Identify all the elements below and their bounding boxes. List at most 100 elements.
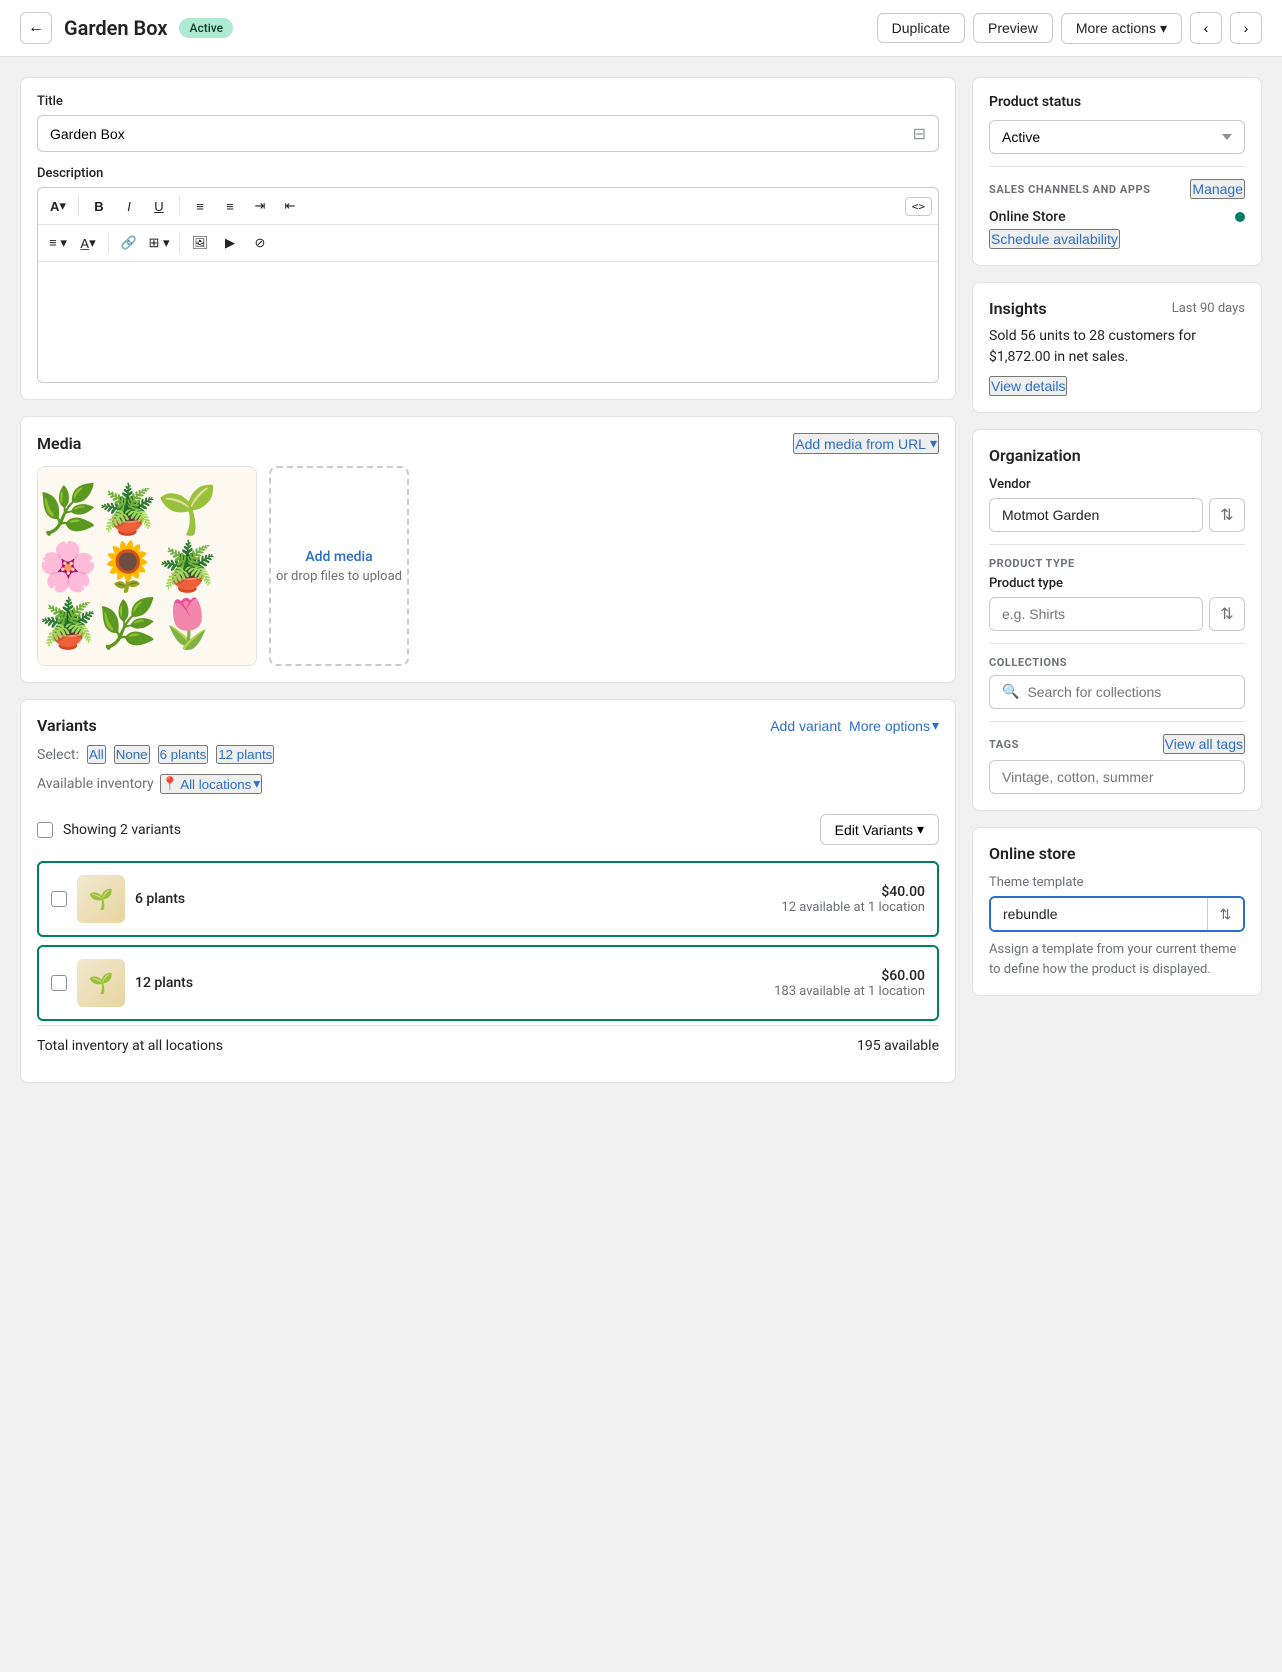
add-media-url-button[interactable]: Add media from URL ▾ <box>793 433 939 454</box>
italic-btn[interactable]: I <box>115 192 143 220</box>
search-icon: 🔍 <box>1002 684 1019 700</box>
chevron-down-icon: ▾ <box>917 821 924 838</box>
variant-checkbox-2[interactable] <box>51 975 67 991</box>
status-select[interactable]: Active Draft Archived <box>989 120 1245 154</box>
more-options-button[interactable]: More options ▾ <box>849 717 939 734</box>
header-actions: Duplicate Preview More actions ▾ ‹ › <box>877 12 1262 44</box>
select-12plants-button[interactable]: 12 plants <box>216 745 274 764</box>
table-btn[interactable]: ⊞ ▾ <box>145 229 173 257</box>
bold-btn[interactable]: B <box>85 192 113 220</box>
inventory-row: Available inventory 📍 All locations ▾ <box>37 774 939 794</box>
image-btn[interactable]: 🖼 <box>186 229 214 257</box>
drop-files-label: or drop files to upload <box>276 569 402 584</box>
align-btn[interactable]: ≡ ▾ <box>44 229 72 257</box>
select-all-checkbox[interactable] <box>37 822 53 838</box>
insights-title: Insights <box>989 299 1047 318</box>
theme-description: Assign a template from your current them… <box>989 940 1245 979</box>
variants-title: Variants <box>37 716 97 735</box>
title-input[interactable] <box>50 126 913 142</box>
underline-btn[interactable]: U <box>145 192 173 220</box>
video-btn[interactable]: ▶ <box>216 229 244 257</box>
sales-channels-label: SALES CHANNELS AND APPS <box>989 183 1150 196</box>
text-color-btn[interactable]: A ▾ <box>74 229 102 257</box>
online-status-dot <box>1235 212 1245 222</box>
font-btn[interactable]: A ▾ <box>44 192 72 220</box>
ol-btn[interactable]: ≡ <box>216 192 244 220</box>
media-upload-zone[interactable]: Add media or drop files to upload <box>269 466 409 666</box>
manage-button[interactable]: Manage <box>1190 179 1245 199</box>
select-label: Select: <box>37 747 79 763</box>
more-actions-button[interactable]: More actions ▾ <box>1061 13 1182 44</box>
online-store-title: Online store <box>989 844 1245 863</box>
add-variant-button[interactable]: Add variant <box>770 717 841 734</box>
variant-checkbox-1[interactable] <box>51 891 67 907</box>
organization-card: Organization Vendor ⇅ PRODUCT TYPE Produ… <box>972 429 1262 811</box>
title-card: Title ⊟ Description A ▾ B I U ≡ ≡ <box>20 77 956 400</box>
media-image[interactable]: 🌿🪴🌱🌸🌻🪴🪴🌿🌷 <box>37 466 257 666</box>
tags-input[interactable] <box>989 760 1245 794</box>
variant-thumb-2: 🌱 <box>77 959 125 1007</box>
all-locations-button[interactable]: 📍 All locations ▾ <box>160 774 262 794</box>
view-details-button[interactable]: View details <box>989 376 1067 396</box>
next-button[interactable]: › <box>1230 12 1262 44</box>
vendor-wrap: ⇅ <box>989 498 1245 532</box>
theme-template-label: Theme template <box>989 875 1245 890</box>
description-label: Description <box>37 166 939 181</box>
variant-info-2: $60.00 183 available at 1 location <box>774 968 925 999</box>
chevron-down-icon: ▾ <box>1160 20 1167 37</box>
chevron-down-icon: ▾ <box>930 435 937 452</box>
back-button[interactable]: ← <box>20 12 52 44</box>
chevron-down-icon: ▾ <box>932 717 939 734</box>
status-title: Product status <box>989 94 1245 110</box>
outdent-btn[interactable]: ⇤ <box>276 192 304 220</box>
editor-toolbar: A ▾ B I U ≡ ≡ ⇥ ⇤ <> ≡ ▾ A ▾ <box>37 187 939 383</box>
theme-template-select[interactable]: rebundle <box>991 898 1201 930</box>
prev-button[interactable]: ‹ <box>1190 12 1222 44</box>
link-btn[interactable]: 🔗 <box>115 229 143 257</box>
tags-label: TAGS <box>989 738 1019 751</box>
variant-price-1: $40.00 <box>781 884 925 900</box>
collections-search-wrap: 🔍 <box>989 675 1245 709</box>
product-status-card: Product status Active Draft Archived SAL… <box>972 77 1262 266</box>
expand-icon: ⊟ <box>913 124 926 143</box>
organization-title: Organization <box>989 446 1245 465</box>
collections-search-input[interactable] <box>1027 684 1232 700</box>
select-none-button[interactable]: None <box>114 745 150 764</box>
indent-btn[interactable]: ⇥ <box>246 192 274 220</box>
status-badge: Active <box>179 18 233 38</box>
online-store-card: Online store Theme template rebundle ⇅ A… <box>972 827 1262 996</box>
location-icon: 📍 <box>162 776 179 792</box>
media-title: Media <box>37 434 81 453</box>
product-type-field-label: Product type <box>989 576 1245 591</box>
product-type-stepper[interactable]: ⇅ <box>1209 597 1245 631</box>
product-type-input[interactable] <box>989 597 1203 631</box>
variant-info-1: $40.00 12 available at 1 location <box>781 884 925 915</box>
source-btn[interactable]: <> <box>905 197 932 216</box>
vendor-input[interactable] <box>989 498 1203 532</box>
showing-label: Showing 2 variants <box>63 822 181 838</box>
select-all-button[interactable]: All <box>87 745 106 764</box>
select-row: Select: All None 6 plants 12 plants <box>37 745 939 764</box>
variant-row[interactable]: 🌱 12 plants $60.00 183 available at 1 lo… <box>37 945 939 1021</box>
sales-channels-header: SALES CHANNELS AND APPS Manage <box>989 179 1245 199</box>
theme-stepper[interactable]: ⇅ <box>1207 898 1243 930</box>
variant-stock-1: 12 available at 1 location <box>781 900 925 915</box>
variants-actions: Add variant More options ▾ <box>770 717 939 734</box>
total-label: Total inventory at all locations <box>37 1038 223 1054</box>
variant-row[interactable]: 🌱 6 plants $40.00 12 available at 1 loca… <box>37 861 939 937</box>
edit-variants-button[interactable]: Edit Variants ▾ <box>820 814 939 845</box>
insights-card: Insights Last 90 days Sold 56 units to 2… <box>972 282 1262 413</box>
total-value: 195 available <box>857 1038 939 1054</box>
channel-row: Online Store <box>989 209 1245 225</box>
schedule-availability-button[interactable]: Schedule availability <box>989 229 1120 249</box>
insights-text: Sold 56 units to 28 customers for $1,872… <box>989 326 1245 368</box>
select-6plants-button[interactable]: 6 plants <box>158 745 209 764</box>
vendor-stepper[interactable]: ⇅ <box>1209 498 1245 532</box>
ul-btn[interactable]: ≡ <box>186 192 214 220</box>
duplicate-button[interactable]: Duplicate <box>877 13 965 43</box>
clear-format-btn[interactable]: ⊘ <box>246 229 274 257</box>
theme-select-wrap: rebundle ⇅ <box>989 896 1245 932</box>
preview-button[interactable]: Preview <box>973 13 1053 43</box>
description-editor[interactable] <box>38 262 938 382</box>
view-all-tags-button[interactable]: View all tags <box>1163 734 1245 754</box>
